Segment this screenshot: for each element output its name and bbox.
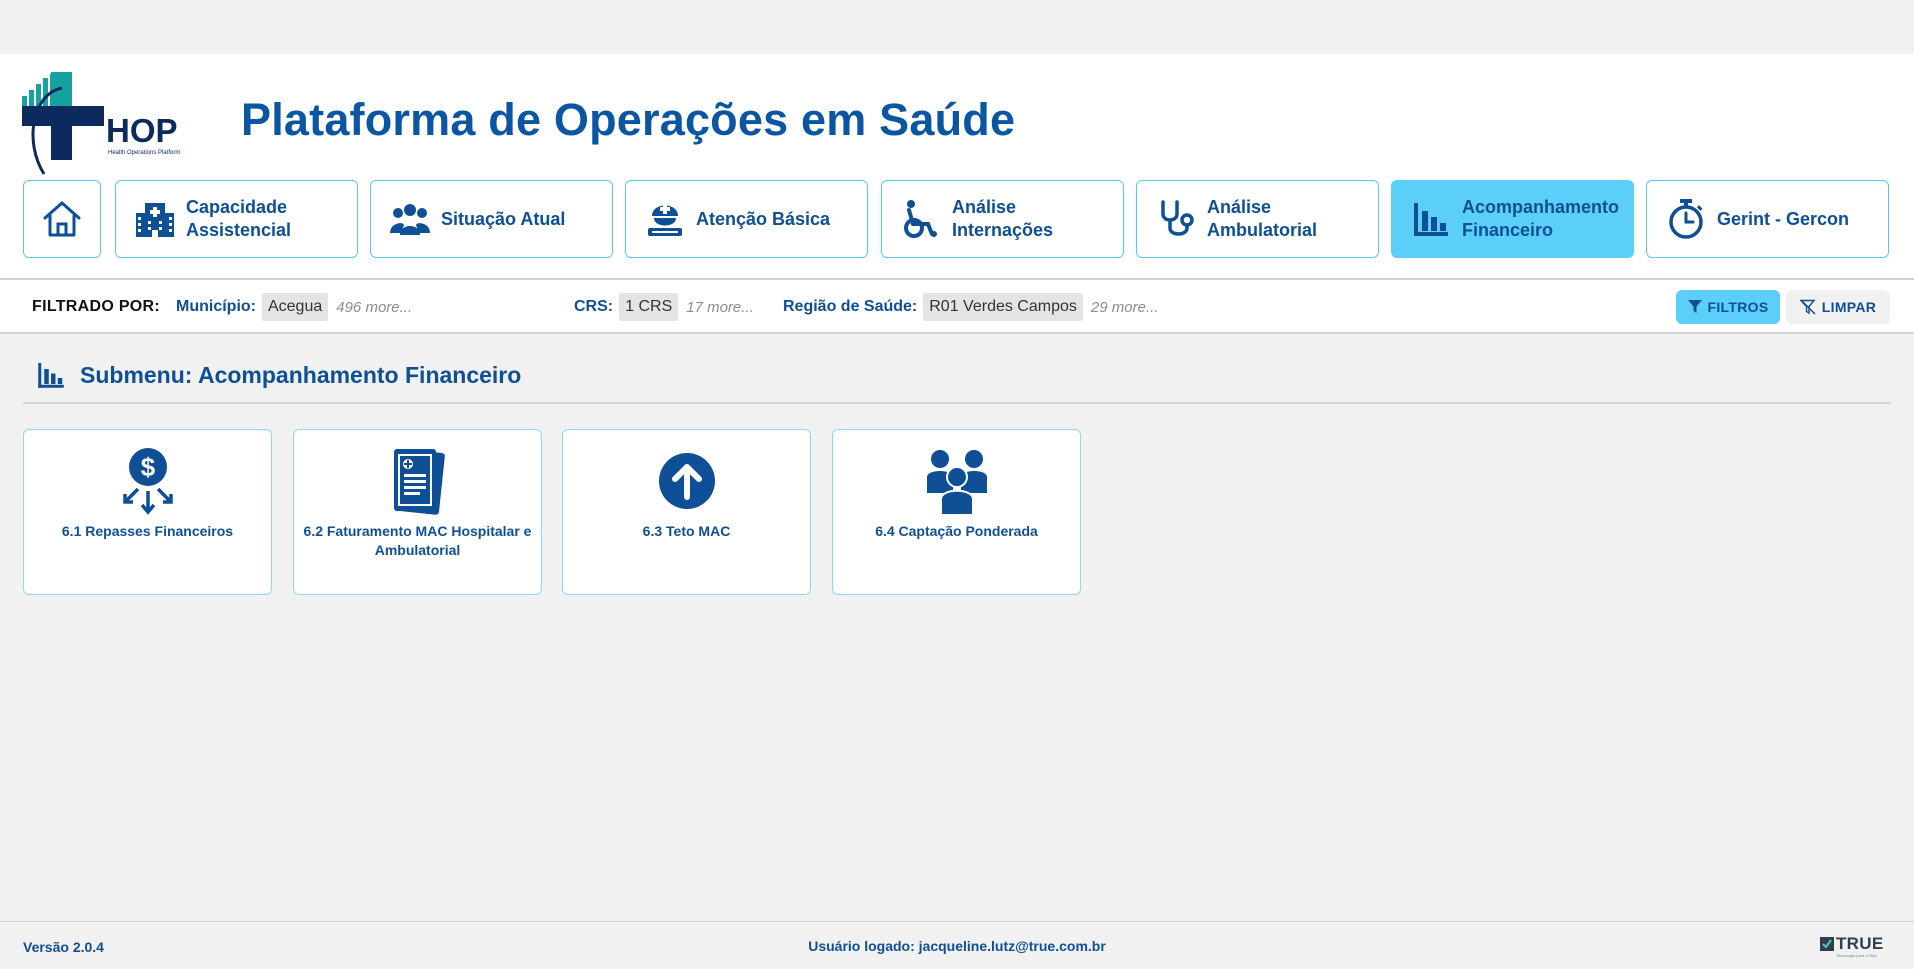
limpar-button[interactable]: LIMPAR xyxy=(1786,290,1890,324)
nav-item-analise-internacoes[interactable]: Análise Internações xyxy=(881,180,1124,258)
filter-label: CRS: xyxy=(574,298,614,315)
nav-item-label: Análise Internações xyxy=(952,197,1054,240)
bar-chart-icon xyxy=(38,363,64,388)
nav-item-label: Situação Atual xyxy=(441,208,566,229)
card-captacao-ponderada[interactable]: 6.4 Captação Ponderada xyxy=(832,429,1081,595)
nav-item-situacao-atual[interactable]: Situação Atual xyxy=(370,180,613,258)
filter-chip[interactable]: R01 Verdes Campos xyxy=(923,293,1083,321)
filtros-button[interactable]: FILTROS xyxy=(1676,290,1780,324)
nav-item-analise-ambulatorial[interactable]: Análise Ambulatorial xyxy=(1136,180,1379,258)
filter-municipio[interactable]: Município: Acegua 496 more... xyxy=(176,292,412,322)
filter-bar: FILTRADO POR: Município: Acegua 496 more… xyxy=(0,280,1914,334)
svg-text:$: $ xyxy=(140,452,155,482)
logged-user: Usuário logado: jacqueline.lutz@true.com… xyxy=(808,938,1106,954)
check-icon xyxy=(1820,937,1834,951)
filter-chip[interactable]: 1 CRS xyxy=(619,293,679,321)
filter-label: Região de Saúde: xyxy=(783,298,918,315)
divider xyxy=(0,921,1914,922)
header: HOP Health Operations Platform Plataform… xyxy=(0,54,1914,279)
stopwatch-icon xyxy=(1665,198,1707,240)
card-teto-mac[interactable]: 6.3 Teto MAC xyxy=(562,429,811,595)
clear-filter-icon xyxy=(1799,299,1816,315)
submenu-header: Submenu: Acompanhamento Financeiro xyxy=(36,360,521,390)
logo-icon: HOP Health Operations Platform xyxy=(22,72,180,175)
arrow-up-circle-icon xyxy=(563,446,810,516)
nav-item-acompanhamento-financeiro[interactable]: Acompanhamento Financeiro xyxy=(1391,180,1634,258)
nav-item-label: Acompanhamento Financeiro xyxy=(1462,197,1620,240)
card-label: 6.4 Captação Ponderada xyxy=(875,523,1038,539)
nav-item-label: Capacidade Assistencial xyxy=(186,197,292,240)
page-title: Plataforma de Operações em Saúde xyxy=(241,94,1016,145)
nav-item-label: Análise Ambulatorial xyxy=(1207,197,1318,240)
nav-item-label: Atenção Básica xyxy=(696,208,831,229)
limpar-label: LIMPAR xyxy=(1821,299,1877,315)
home-icon xyxy=(43,201,81,237)
svg-text:HOP: HOP xyxy=(106,112,178,149)
true-brand-logo: TRUE Tecnologia para a Vida xyxy=(1820,934,1886,960)
nurse-icon xyxy=(644,198,686,240)
card-label: 6.2 Faturamento MAC Hospitalar e Ambulat… xyxy=(303,523,532,558)
medical-document-icon xyxy=(294,446,541,516)
filter-chip[interactable]: Acegua xyxy=(261,293,329,321)
filter-title: FILTRADO POR: xyxy=(32,298,161,315)
divider xyxy=(23,402,1891,404)
filter-regiao-saude[interactable]: Região de Saúde: R01 Verdes Campos 29 mo… xyxy=(783,292,1158,322)
filtros-label: FILTROS xyxy=(1707,299,1769,315)
svg-text:Health Operations Platform: Health Operations Platform xyxy=(108,150,180,156)
nav-item-capacidade-assistencial[interactable]: Capacidade Assistencial xyxy=(115,180,358,258)
money-transfer-icon: $ xyxy=(24,446,271,516)
brand-name: TRUE xyxy=(1836,934,1884,953)
card-label: 6.1 Repasses Financeiros xyxy=(61,523,234,539)
nav-item-gerint-gercon[interactable]: Gerint - Gercon xyxy=(1646,180,1889,258)
nav-item-atencao-basica[interactable]: Atenção Básica xyxy=(625,180,868,258)
brand-tagline: Tecnologia para a Vida xyxy=(1836,953,1877,958)
nav-item-label: Gerint - Gercon xyxy=(1717,208,1850,229)
card-label: 6.3 Teto MAC xyxy=(642,523,731,539)
submenu-title: Submenu: Acompanhamento Financeiro xyxy=(80,361,522,388)
filter-icon xyxy=(1687,300,1702,313)
filter-more[interactable]: 496 more... xyxy=(336,299,412,316)
bar-chart-icon xyxy=(1410,198,1452,240)
wheelchair-icon xyxy=(900,198,942,240)
filter-more[interactable]: 17 more... xyxy=(686,299,754,316)
stethoscope-icon xyxy=(1155,198,1197,240)
filter-label: Município: xyxy=(176,298,256,315)
filter-more[interactable]: 29 more... xyxy=(1091,299,1159,316)
hop-logo[interactable]: HOP Health Operations Platform xyxy=(22,72,192,176)
card-faturamento-mac[interactable]: 6.2 Faturamento MAC Hospitalar e Ambulat… xyxy=(293,429,542,595)
card-repasses-financeiros[interactable]: $ 6.1 Repasses Financeiros xyxy=(23,429,272,595)
nav-home-button[interactable] xyxy=(23,180,101,258)
people-group-icon xyxy=(389,198,431,240)
hospital-icon xyxy=(134,198,176,240)
users-group-icon xyxy=(833,446,1080,516)
filter-crs[interactable]: CRS: 1 CRS 17 more... xyxy=(574,292,754,322)
